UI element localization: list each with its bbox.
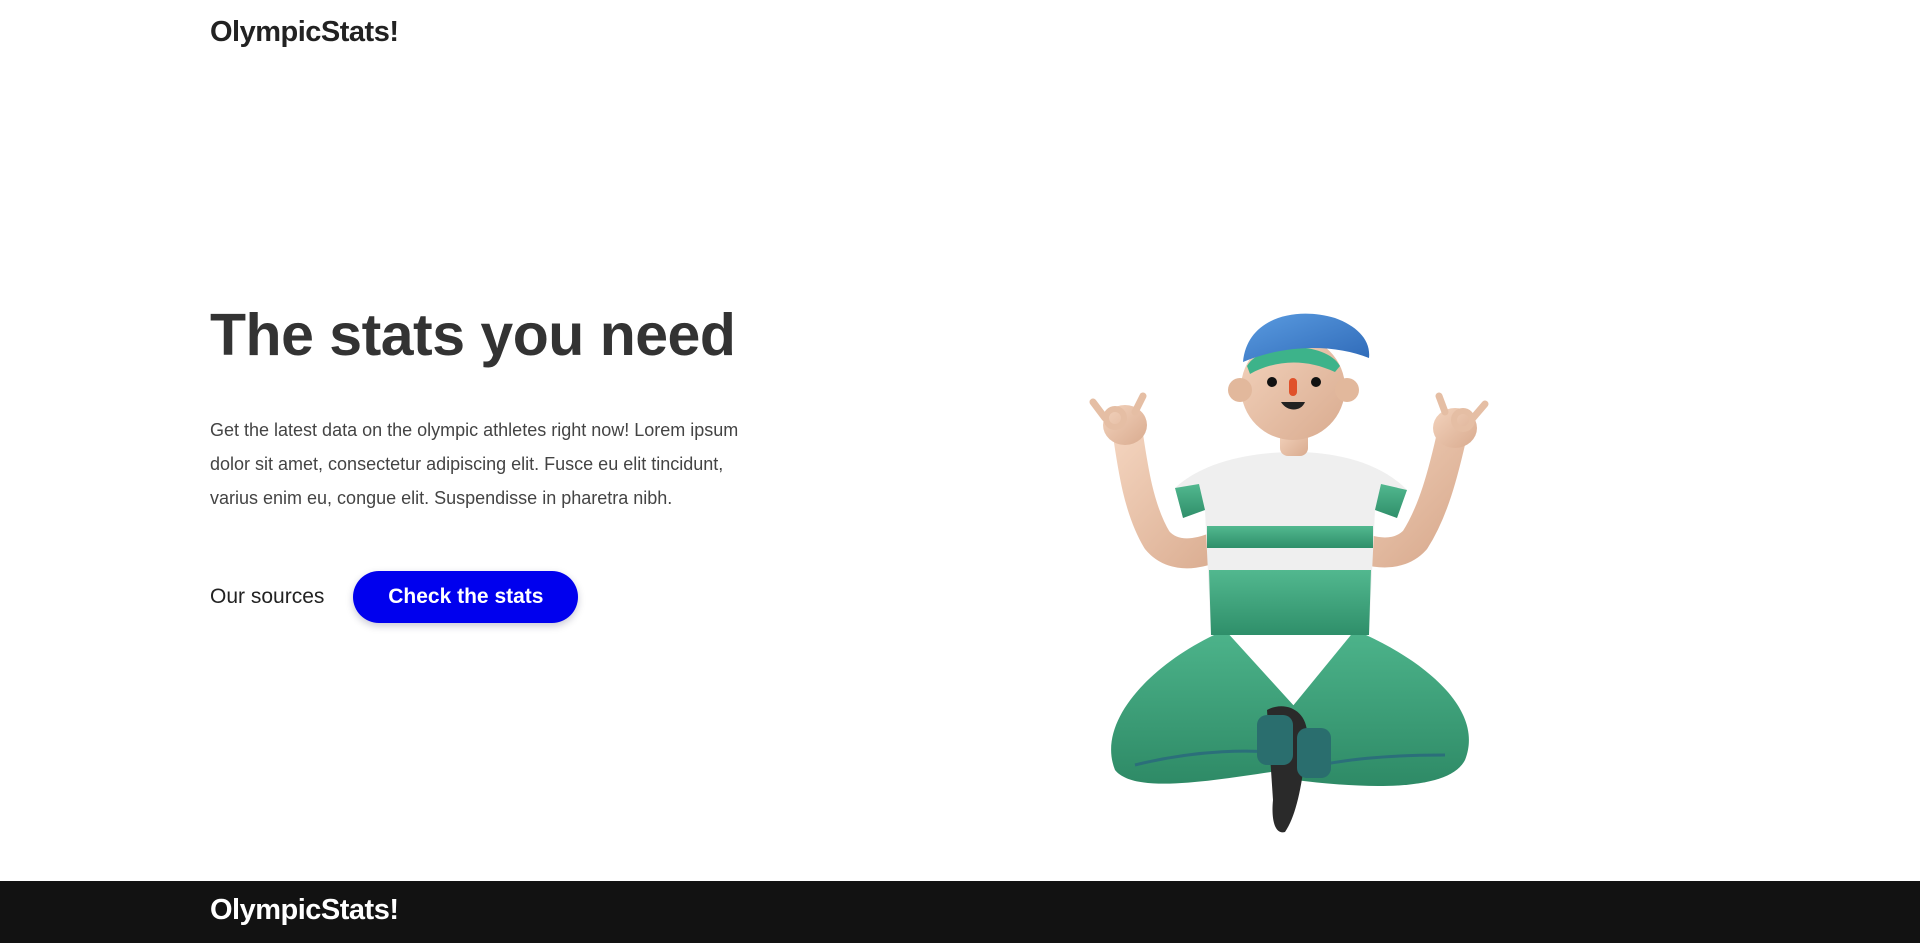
site-footer: OlympicStats!	[0, 881, 1920, 943]
meditating-person-icon	[1089, 313, 1489, 833]
landing-page: OlympicStats! The stats you need Get the…	[0, 0, 1920, 943]
our-sources-link[interactable]: Our sources	[210, 585, 324, 609]
hero-section: The stats you need Get the latest data o…	[210, 300, 770, 623]
check-the-stats-button[interactable]: Check the stats	[353, 570, 579, 623]
meditating-person-illustration	[1035, 300, 1525, 845]
hero-description: Get the latest data on the olympic athle…	[210, 419, 739, 508]
hero-actions: Our sources Check the stats	[210, 570, 770, 623]
site-header: OlympicStats!	[210, 12, 399, 52]
footer-logo: OlympicStats!	[210, 894, 399, 926]
site-logo[interactable]: OlympicStats!	[210, 16, 399, 49]
hero-title: The stats you need	[210, 302, 736, 368]
